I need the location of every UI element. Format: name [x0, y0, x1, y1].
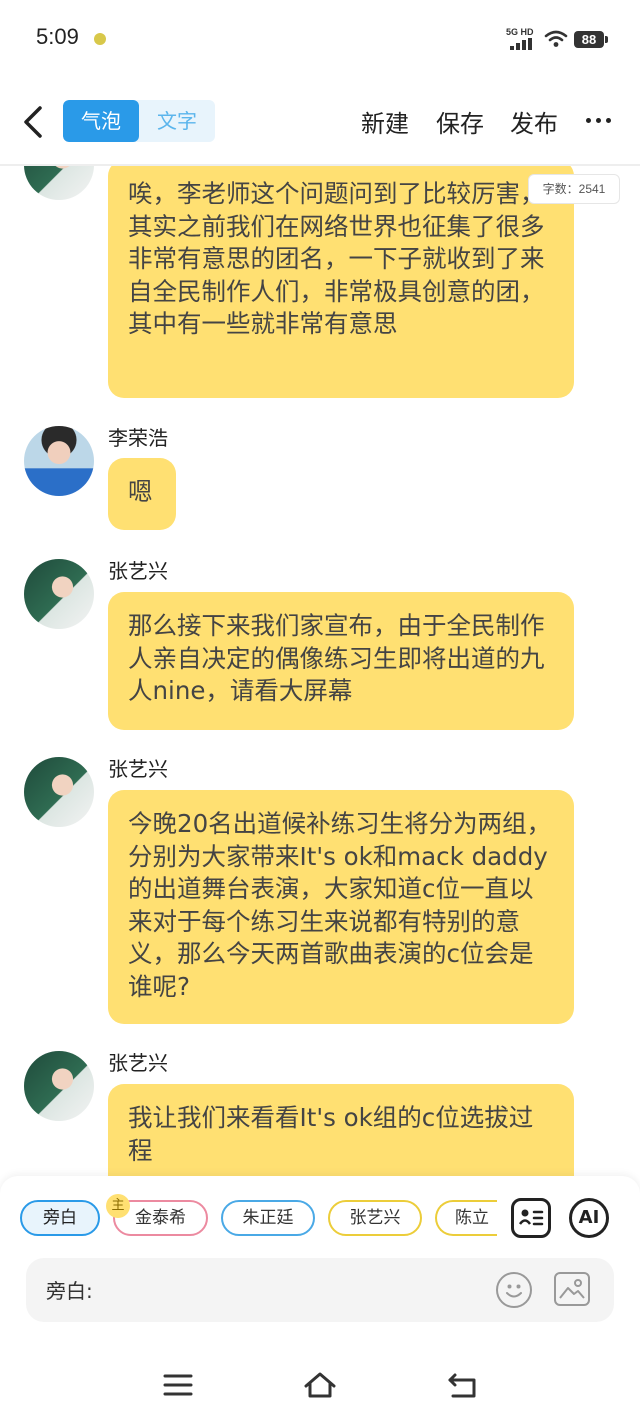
menu-icon[interactable]	[163, 1372, 193, 1398]
ai-button[interactable]: AI	[569, 1198, 609, 1238]
avatar-lironghao[interactable]	[24, 426, 94, 496]
message-input[interactable]: 旁白:	[26, 1258, 614, 1322]
message-bubble[interactable]: 那么接下来我们家宣布，由于全民制作人亲自决定的偶像练习生即将出道的九人nine，…	[108, 592, 574, 730]
image-icon[interactable]	[554, 1272, 590, 1306]
host-badge: 主	[106, 1194, 130, 1218]
avatar-zhangyixing[interactable]	[24, 1051, 94, 1121]
save-button[interactable]: 保存	[436, 104, 484, 139]
speaker-name: 张艺兴	[108, 1051, 168, 1075]
system-nav-bar	[0, 1360, 640, 1410]
message-bubble[interactable]: 嗯	[108, 458, 176, 530]
avatar-zhangyixing[interactable]	[24, 559, 94, 629]
notification-icon	[94, 33, 106, 45]
tab-bubble[interactable]: 气泡	[63, 100, 139, 142]
message-bubble[interactable]: 唉，李老师这个问题问到了比较厉害，其实之前我们在网络世界也征集了很多非常有意思的…	[108, 166, 574, 398]
role-card-icon[interactable]	[511, 1198, 551, 1238]
status-bar: 5:09 5G HD 88	[0, 0, 640, 80]
top-toolbar: 气泡 文字 新建 保存 发布	[0, 92, 640, 162]
speaker-name: 李荣浩	[108, 426, 168, 450]
role-chip-chenli[interactable]: 陈立	[435, 1200, 497, 1236]
message-bubble[interactable]: 今晚20名出道候补练习生将分为两组，分别为大家带来It's ok和mack da…	[108, 790, 574, 1024]
publish-button[interactable]: 发布	[510, 104, 558, 139]
avatar-zhangyixing[interactable]	[24, 757, 94, 827]
message-bubble[interactable]: 我让我们来看看It's ok组的c位选拔过程	[108, 1084, 574, 1176]
back-nav-icon[interactable]	[447, 1371, 479, 1399]
role-chip-narrator[interactable]: 旁白	[20, 1200, 100, 1236]
back-arrow-icon[interactable]	[18, 102, 52, 142]
role-chip-zhangyixing[interactable]: 张艺兴	[328, 1200, 422, 1236]
network-type: 5G HD	[506, 27, 534, 37]
battery-indicator: 88	[574, 31, 608, 48]
word-count-badge: 字数：2541	[528, 174, 620, 204]
wifi-icon	[544, 30, 568, 47]
more-horizontal-icon[interactable]	[584, 110, 614, 130]
speaker-name: 张艺兴	[108, 559, 168, 583]
signal-icon	[510, 38, 536, 50]
status-time: 5:09	[36, 24, 79, 49]
mode-toggle: 气泡 文字	[63, 100, 215, 142]
home-icon[interactable]	[302, 1370, 338, 1400]
role-chip-zhuzhengting[interactable]: 朱正廷	[221, 1200, 315, 1236]
chat-area[interactable]: 唉，李老师这个问题问到了比较厉害，其实之前我们在网络世界也征集了很多非常有意思的…	[0, 166, 640, 1176]
tab-text[interactable]: 文字	[139, 100, 215, 142]
new-button[interactable]: 新建	[361, 104, 409, 139]
emoji-icon[interactable]	[496, 1272, 532, 1308]
avatar-zhangyixing[interactable]	[24, 166, 94, 200]
speaker-name: 张艺兴	[108, 757, 168, 781]
input-role-label: 旁白:	[46, 1279, 93, 1303]
